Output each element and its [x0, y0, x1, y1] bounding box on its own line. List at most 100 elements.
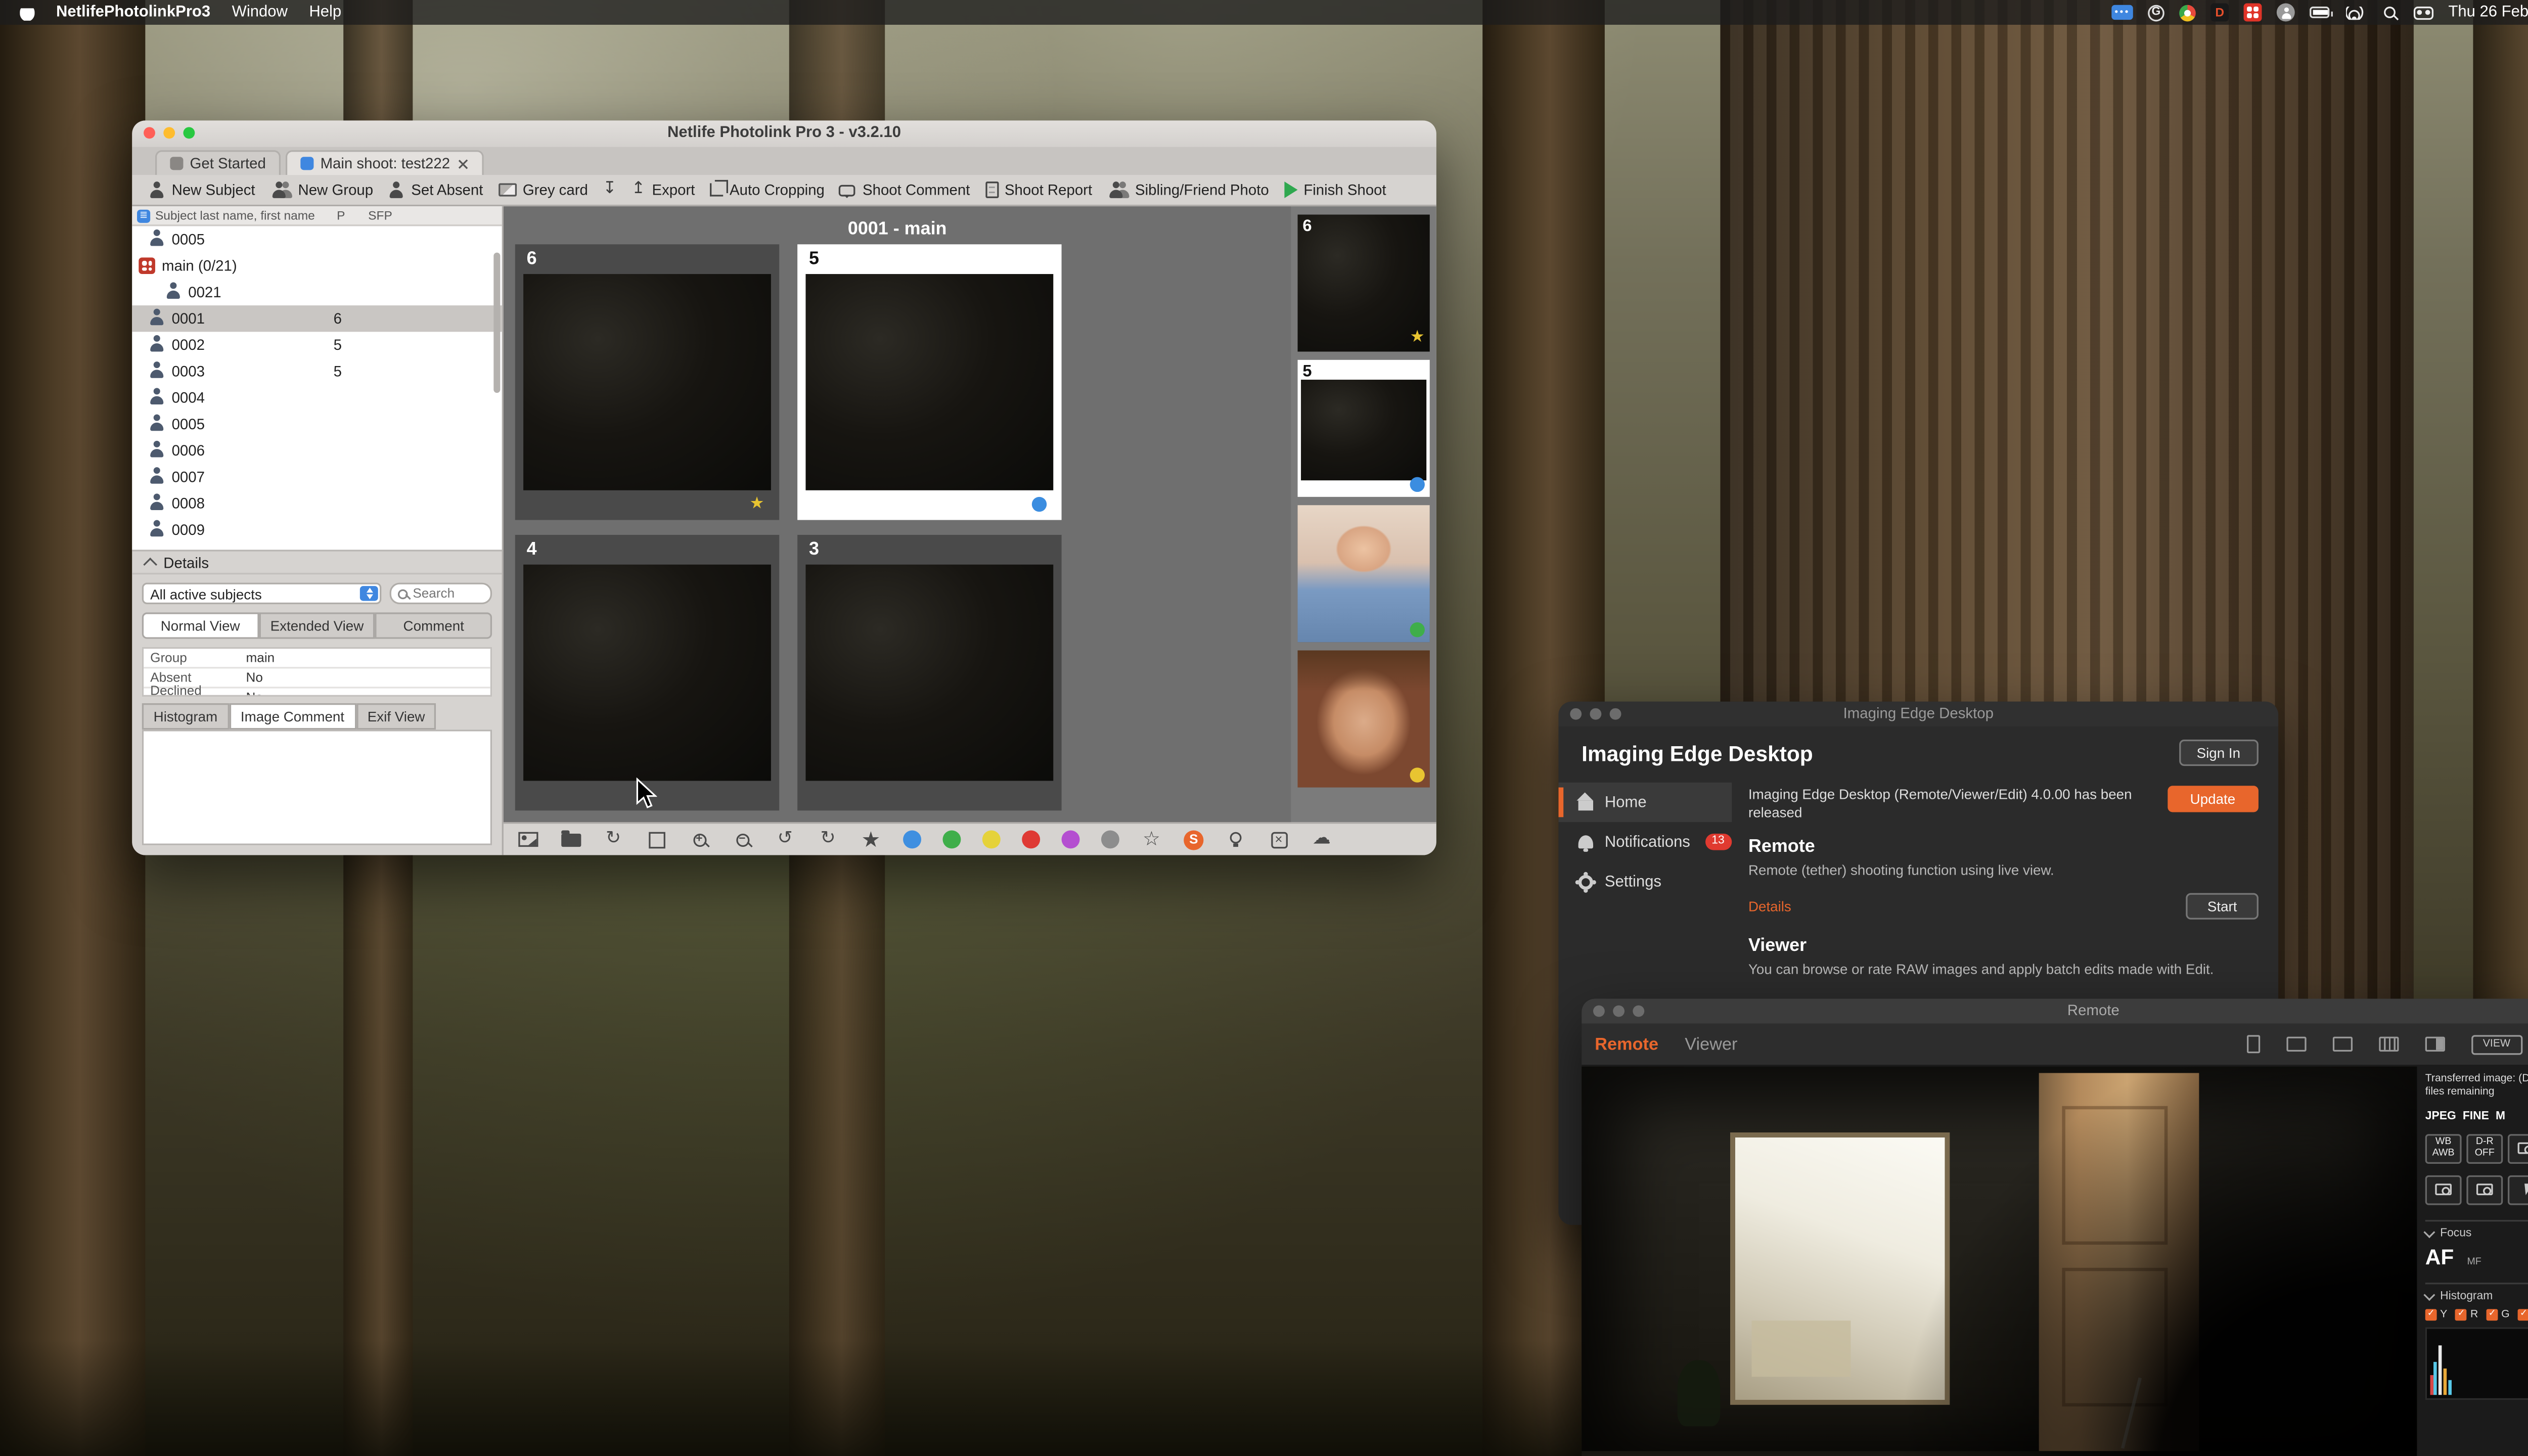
subject-row[interactable]: 0005	[132, 226, 502, 252]
menu-help[interactable]: Help	[309, 4, 341, 22]
fullscreen-icon[interactable]	[646, 829, 667, 850]
close-window-button[interactable]	[1570, 708, 1582, 720]
blue-label-button[interactable]	[903, 830, 921, 848]
menubar-grid-app-icon[interactable]	[2244, 4, 2262, 22]
image-comment-area[interactable]	[142, 730, 492, 845]
yellow-label-button[interactable]	[982, 830, 1001, 848]
subject-row[interactable]: 0005	[132, 411, 502, 437]
focus-mode-chip[interactable]	[2466, 1175, 2503, 1205]
tab-get-started[interactable]: Get Started	[155, 150, 281, 175]
camera-mode-chip[interactable]	[2425, 1175, 2462, 1205]
search-field[interactable]	[390, 583, 492, 604]
zoom-window-button[interactable]	[1610, 708, 1621, 720]
red-label-button[interactable]	[1022, 830, 1040, 848]
imaging-edge-titlebar[interactable]: Imaging Edge Desktop	[1558, 702, 2278, 726]
rotate-left-icon[interactable]	[774, 829, 795, 850]
tab-normal-view[interactable]: Normal View	[142, 612, 259, 639]
tab-main-shoot[interactable]: Main shoot: test222	[286, 150, 483, 175]
lamp-icon[interactable]	[1225, 829, 1246, 850]
menubar-keyboard-app-icon[interactable]: •••	[2111, 5, 2133, 20]
import-button[interactable]: ↧	[603, 181, 616, 198]
details-header[interactable]: Details	[132, 550, 502, 574]
photo-thumbnail[interactable]	[805, 565, 1053, 781]
shoot-comment-button[interactable]: Shoot Comment	[839, 181, 970, 198]
export-button[interactable]: ↥ Export	[631, 181, 695, 198]
display-mode-icon[interactable]	[2333, 1037, 2353, 1052]
tab-histogram[interactable]: Histogram	[142, 703, 229, 730]
minimize-window-button[interactable]	[1590, 708, 1601, 720]
menubar-browser-icon[interactable]	[2179, 4, 2196, 21]
tab-comment[interactable]: Comment	[375, 612, 492, 639]
tab-close-icon[interactable]	[457, 158, 468, 169]
channel-r-checkbox[interactable]: R	[2456, 1309, 2478, 1321]
menubar-g-app-icon[interactable]: G	[2148, 4, 2164, 21]
photo-thumbnail[interactable]	[523, 274, 771, 490]
star-rating-icon[interactable]	[750, 496, 764, 513]
channel-g-checkbox[interactable]: G	[2487, 1309, 2510, 1321]
photo-card[interactable]: 3	[797, 535, 1061, 810]
sidebar-item-settings[interactable]: Settings	[1558, 861, 1732, 901]
subject-row[interactable]: 0003 5	[132, 358, 502, 385]
menubar-d-app-icon[interactable]: D	[2210, 4, 2229, 22]
zoom-out-icon[interactable]: −	[732, 829, 753, 850]
menubar-clock[interactable]: Thu 26 Feb 15:31	[2448, 4, 2528, 22]
set-absent-button[interactable]: Set Absent	[388, 181, 483, 198]
close-window-button[interactable]	[1593, 1006, 1605, 1017]
update-button[interactable]: Update	[2167, 786, 2259, 812]
subject-row[interactable]: 0021	[132, 279, 502, 305]
mf-mode-label[interactable]: MF	[2467, 1258, 2481, 1268]
menu-window[interactable]: Window	[232, 4, 288, 22]
app-menu-title[interactable]: NetlifePhotolinkPro3	[56, 4, 210, 22]
spotlight-icon[interactable]	[2379, 3, 2399, 22]
tab-image-comment[interactable]: Image Comment	[229, 703, 356, 730]
subject-row[interactable]: 0008	[132, 490, 502, 517]
green-label-button[interactable]	[942, 830, 961, 848]
star-outline-button[interactable]	[1141, 829, 1162, 850]
filmstrip-thumb[interactable]	[1298, 651, 1430, 788]
sidebar-item-notifications[interactable]: Notifications 13	[1558, 822, 1732, 861]
minimize-window-button[interactable]	[163, 127, 175, 139]
image-view-icon[interactable]	[517, 829, 538, 850]
tab-exif-view[interactable]: Exif View	[356, 703, 436, 730]
wifi-icon[interactable]	[2344, 3, 2364, 22]
subject-row[interactable]: 0004	[132, 385, 502, 411]
flash-chip[interactable]	[2508, 1175, 2528, 1205]
orientation-landscape-icon[interactable]	[2286, 1037, 2306, 1052]
subject-row[interactable]: 0007	[132, 464, 502, 490]
format-size-label[interactable]: M	[2496, 1111, 2505, 1122]
tab-extended-view[interactable]: Extended View	[259, 612, 376, 639]
start-button[interactable]: Start	[2186, 893, 2259, 919]
list-scrollbar[interactable]	[493, 253, 500, 393]
sibling-friend-button[interactable]: Sibling/Friend Photo	[1107, 181, 1269, 198]
subject-row[interactable]: 0009	[132, 517, 502, 543]
blue-label-icon[interactable]	[1032, 497, 1047, 512]
filmstrip-thumb[interactable]: 6	[1298, 214, 1430, 351]
delete-icon[interactable]	[1268, 829, 1289, 850]
subject-row-selected[interactable]: 0001 6	[132, 305, 502, 332]
orientation-portrait-icon[interactable]	[2247, 1035, 2260, 1053]
shoot-report-button[interactable]: Shoot Report	[985, 181, 1092, 198]
metering-chip[interactable]	[2508, 1134, 2528, 1164]
group-row[interactable]: main (0/21)	[132, 253, 502, 279]
star-rate-button[interactable]	[860, 829, 881, 850]
filmstrip-thumb-selected[interactable]: 5	[1298, 360, 1430, 497]
new-subject-button[interactable]: New Subject	[149, 181, 255, 198]
folder-icon[interactable]	[560, 829, 581, 850]
remote-titlebar[interactable]: Remote	[1582, 999, 2528, 1024]
format-fine-label[interactable]: FINE	[2463, 1111, 2489, 1122]
battery-icon[interactable]	[2310, 3, 2329, 22]
camera-live-view[interactable]	[1582, 1066, 2417, 1456]
details-link[interactable]: Details	[1748, 898, 2186, 915]
photo-card[interactable]: 4	[515, 535, 779, 810]
gray-label-button[interactable]	[1101, 830, 1119, 848]
close-window-button[interactable]	[144, 127, 155, 139]
tab-viewer[interactable]: Viewer	[1685, 1034, 1737, 1054]
refresh-icon[interactable]	[603, 829, 624, 850]
subject-filter-icon[interactable]: ≣	[137, 209, 150, 222]
control-center-icon[interactable]	[2414, 3, 2433, 22]
histogram-section-header[interactable]: Histogram	[2425, 1283, 2528, 1302]
cloud-upload-icon[interactable]	[1311, 829, 1332, 850]
photo-thumbnail[interactable]	[805, 274, 1053, 490]
zoom-window-button[interactable]	[183, 127, 195, 139]
zoom-in-icon[interactable]: +	[689, 829, 710, 850]
